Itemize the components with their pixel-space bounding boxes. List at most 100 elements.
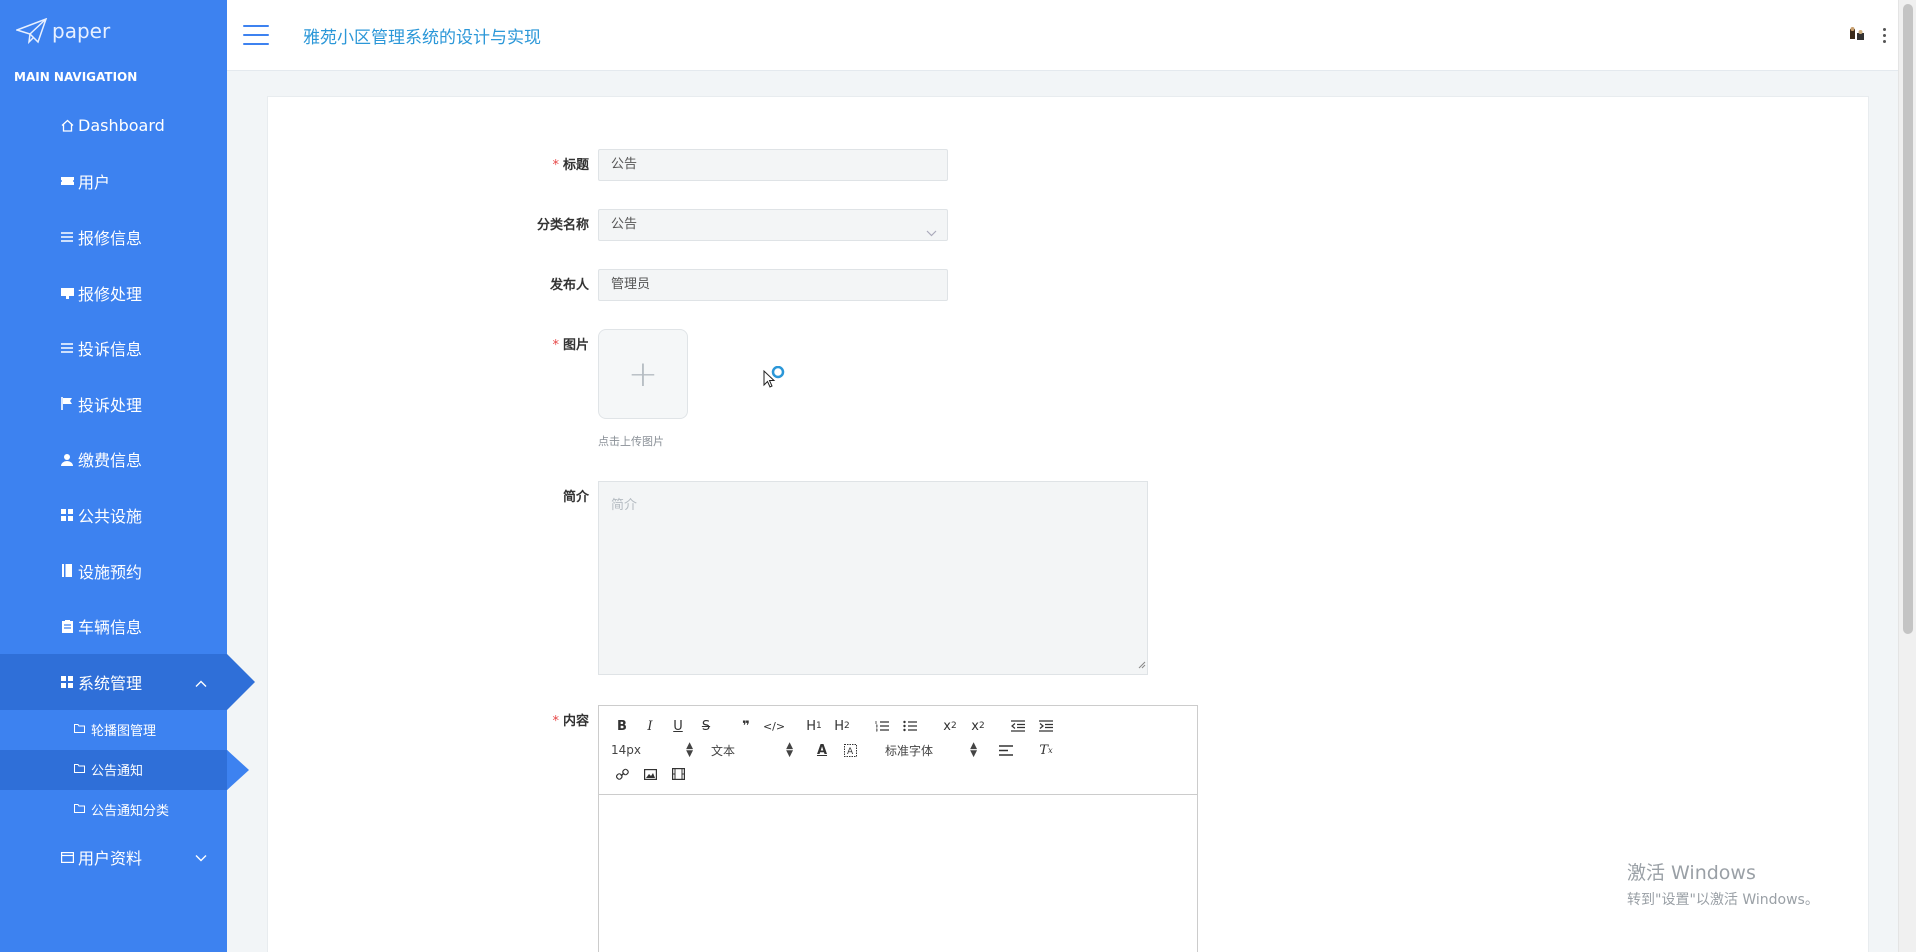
header-select[interactable]: 文本 ▲ ▼ xyxy=(711,742,793,759)
clear-format-icon[interactable]: Tx xyxy=(1035,740,1057,760)
image-upload-button[interactable]: + xyxy=(598,329,688,419)
sidebar-item-label: 用户 xyxy=(78,173,111,193)
italic-icon[interactable]: I xyxy=(639,716,661,736)
page-scrollbar[interactable] xyxy=(1898,0,1916,952)
editor-toolbar: B I U S ❞ </> H1 H2 x2 x2 14px ▲ ▼ 文本 ▲ … xyxy=(599,706,1197,795)
sidebar-item-user-profile[interactable]: 用户资料 xyxy=(0,830,227,886)
sidebar-item-facility-booking[interactable]: 设施预约 xyxy=(0,543,227,599)
topbar-actions xyxy=(1849,26,1886,45)
sidebar-item-complaint-process[interactable]: 投诉处理 xyxy=(0,376,227,432)
header-2-icon[interactable]: H2 xyxy=(831,716,853,736)
list-icon xyxy=(60,230,74,244)
chevron-down-icon xyxy=(195,848,207,867)
category-select[interactable]: 公告 xyxy=(598,209,948,241)
indent-increase-icon[interactable] xyxy=(1035,716,1057,736)
sidebar-subitem-notice[interactable]: 公告通知 xyxy=(0,749,249,790)
upload-tip: 点击上传图片 xyxy=(598,435,664,448)
link-icon[interactable] xyxy=(611,764,633,784)
brand-name: paper xyxy=(52,19,111,43)
indent-decrease-icon[interactable] xyxy=(1007,716,1029,736)
grid-icon xyxy=(60,508,74,522)
sidebar-item-label: 投诉处理 xyxy=(78,395,143,415)
sidebar-item-dashboard[interactable]: Dashboard xyxy=(0,98,227,154)
form-row-content: * 内容 B I U S ❞ </> H1 H2 x2 x 2 14px ▲ ▼… xyxy=(268,705,1198,952)
sidebar-item-label: 设施预约 xyxy=(78,562,143,582)
more-options-icon[interactable] xyxy=(1883,28,1886,43)
align-left-icon[interactable] xyxy=(995,740,1017,760)
intro-textarea[interactable]: 简介 xyxy=(598,481,1148,675)
user-icon xyxy=(60,452,74,466)
ordered-list-icon[interactable] xyxy=(871,716,893,736)
font-family-value: 标准字体 xyxy=(885,743,934,758)
editor-content-area[interactable] xyxy=(599,795,1197,952)
sidebar-item-repair-info[interactable]: 报修信息 xyxy=(0,209,227,265)
sidebar-item-public-facilities[interactable]: 公共设施 xyxy=(0,487,227,543)
field-label: 分类名称 xyxy=(268,209,598,243)
blockquote-icon[interactable]: ❞ xyxy=(735,716,757,736)
font-size-select[interactable]: 14px ▲ ▼ xyxy=(611,742,693,759)
resize-handle-icon[interactable] xyxy=(1138,658,1146,673)
plus-icon: + xyxy=(627,353,659,395)
font-family-select[interactable]: 标准字体 ▲ ▼ xyxy=(885,742,977,759)
underline-icon[interactable]: U xyxy=(667,716,689,736)
code-block-icon[interactable]: </> xyxy=(763,716,785,736)
app-root: paper MAIN NAVIGATION Dashboard 用户 报修信息 … xyxy=(0,0,1916,952)
sidebar-subitem-carousel[interactable]: 轮播图管理 xyxy=(0,710,227,750)
updown-icon: ▲ ▼ xyxy=(786,741,793,759)
image-upload-wrapper: + 点击上传图片 xyxy=(598,329,688,449)
category-selected-value: 公告 xyxy=(611,217,638,232)
book-icon xyxy=(60,564,74,578)
busy-cursor-icon xyxy=(762,365,786,392)
sidebar-item-system-management[interactable]: 系统管理 xyxy=(0,653,255,710)
header-select-value: 文本 xyxy=(711,743,736,758)
sidebar-item-complaint-info[interactable]: 投诉信息 xyxy=(0,320,227,376)
background-color-icon[interactable]: A xyxy=(839,740,861,760)
updown-icon: ▲ ▼ xyxy=(970,741,977,759)
sidebar-item-label: 公共设施 xyxy=(78,506,143,526)
sidebar-item-payment-info[interactable]: 缴费信息 xyxy=(0,432,227,488)
form-row-intro: 简介 简介 xyxy=(268,481,1148,675)
sidebar-item-repair-process[interactable]: 报修处理 xyxy=(0,265,227,321)
active-pointer xyxy=(227,653,255,710)
title-input[interactable]: 公告 xyxy=(598,149,948,181)
form-card: * 标题 公告 分类名称 公告 发布人 管理员 * 图片 + 点击上传图片 简介 简… xyxy=(267,96,1869,952)
sidebar-item-vehicle-info[interactable]: 车辆信息 xyxy=(0,598,227,654)
toolbar-row: 14px ▲ ▼ 文本 ▲ ▼ A A 标准字体 ▲ ▼ Tx xyxy=(611,738,1189,762)
title-label: 标题 xyxy=(562,158,589,173)
superscript-icon[interactable]: x2 xyxy=(967,716,989,736)
header-1-icon[interactable]: H1 xyxy=(803,716,825,736)
font-color-icon[interactable]: A xyxy=(811,740,833,760)
image-label: 图片 xyxy=(562,338,589,353)
font-size-value: 14px xyxy=(611,743,641,757)
required-mark: * xyxy=(552,714,559,729)
sidebar-item-users[interactable]: 用户 xyxy=(0,154,227,210)
grid-icon xyxy=(60,675,74,689)
scrollbar-thumb[interactable] xyxy=(1903,4,1913,634)
active-pointer xyxy=(227,749,247,790)
monitor-icon xyxy=(60,286,74,300)
home-icon xyxy=(60,119,74,133)
sidebar-item-label: 系统管理 xyxy=(78,673,143,693)
publisher-input[interactable]: 管理员 xyxy=(598,269,948,301)
strikethrough-icon[interactable]: S xyxy=(695,716,717,736)
image-icon[interactable] xyxy=(639,764,661,784)
required-mark: * xyxy=(552,338,559,353)
watermark-line1: 激活 Windows xyxy=(1627,862,1756,884)
menu-toggle-icon[interactable] xyxy=(243,25,269,45)
required-mark: * xyxy=(552,158,559,173)
page-title: 雅苑小区管理系统的设计与实现 xyxy=(303,27,541,48)
video-icon[interactable] xyxy=(667,764,689,784)
bullet-list-icon[interactable] xyxy=(899,716,921,736)
list-icon xyxy=(60,341,74,355)
sidebar-item-label: 缴费信息 xyxy=(78,451,143,471)
user-avatar-icon[interactable] xyxy=(1849,26,1865,45)
sidebar-item-label: 报修信息 xyxy=(78,228,143,248)
bold-icon[interactable]: B xyxy=(611,716,633,736)
paper-plane-icon xyxy=(16,18,48,44)
folder-icon xyxy=(74,722,85,737)
brand-logo[interactable]: paper xyxy=(0,0,227,62)
field-label: * 标题 xyxy=(268,149,598,183)
sidebar-subitem-label: 轮播图管理 xyxy=(91,724,157,740)
sidebar-subitem-notice-category[interactable]: 公告通知分类 xyxy=(0,790,227,830)
subscript-icon[interactable]: x2 xyxy=(939,716,961,736)
